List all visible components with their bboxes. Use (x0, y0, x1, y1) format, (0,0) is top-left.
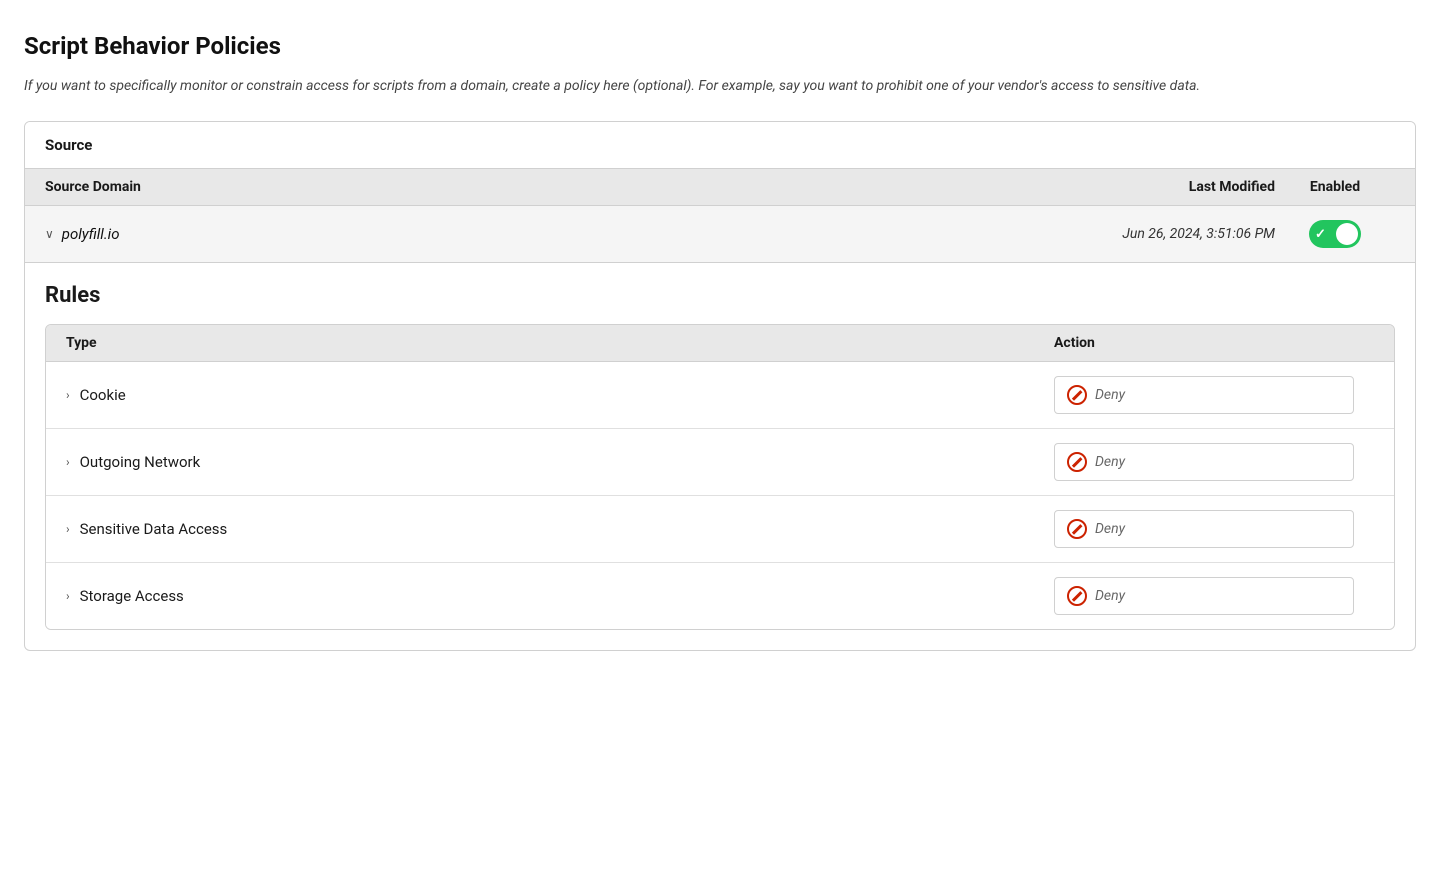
rule-row-storage-access: › Storage Access Deny (46, 563, 1394, 629)
last-modified-col-header: Last Modified (1015, 179, 1275, 195)
enabled-col-header: Enabled (1275, 179, 1395, 195)
rule-action-outgoing-network: Deny (1054, 443, 1374, 481)
enabled-cell: ✓ (1275, 220, 1395, 248)
expand-storage-access-icon[interactable]: › (66, 589, 70, 603)
rule-type-cookie: › Cookie (66, 386, 1054, 404)
cookie-action-dropdown[interactable]: Deny (1054, 376, 1354, 414)
rule-type-sensitive-data: › Sensitive Data Access (66, 520, 1054, 538)
page-description: If you want to specifically monitor or c… (24, 76, 1416, 97)
rule-action-cookie: Deny (1054, 376, 1374, 414)
outgoing-network-action-dropdown[interactable]: Deny (1054, 443, 1354, 481)
deny-icon-storage-access (1067, 586, 1087, 606)
deny-icon-outgoing-network (1067, 452, 1087, 472)
rule-type-storage-access: › Storage Access (66, 587, 1054, 605)
rules-section: Rules Type Action › Cookie Deny (25, 263, 1415, 630)
expand-row-chevron-icon[interactable]: ∨ (45, 227, 54, 241)
domain-value: polyfill.io (62, 225, 120, 243)
rule-row-sensitive-data: › Sensitive Data Access Deny (46, 496, 1394, 563)
rules-table-header: Type Action (46, 325, 1394, 362)
deny-icon-cookie (1067, 385, 1087, 405)
rule-type-label-storage-access: Storage Access (80, 587, 184, 605)
source-table-header: Source Domain Last Modified Enabled (25, 169, 1415, 206)
storage-access-action-dropdown[interactable]: Deny (1054, 577, 1354, 615)
expand-outgoing-network-icon[interactable]: › (66, 455, 70, 469)
toggle-track: ✓ (1309, 220, 1361, 248)
rule-type-label-sensitive-data: Sensitive Data Access (80, 520, 228, 538)
deny-icon-sensitive-data (1067, 519, 1087, 539)
cookie-action-label: Deny (1095, 387, 1125, 403)
source-table-row: ∨ polyfill.io Jun 26, 2024, 3:51:06 PM ✓ (25, 206, 1415, 263)
expand-cookie-icon[interactable]: › (66, 388, 70, 402)
rules-title: Rules (45, 283, 1395, 308)
source-domain-col-header: Source Domain (45, 179, 1015, 195)
rules-table: Type Action › Cookie Deny (45, 324, 1395, 630)
storage-access-action-label: Deny (1095, 588, 1125, 604)
type-col-header: Type (66, 335, 1054, 351)
enabled-toggle[interactable]: ✓ (1309, 220, 1361, 248)
sensitive-data-action-dropdown[interactable]: Deny (1054, 510, 1354, 548)
domain-cell: ∨ polyfill.io (45, 225, 1015, 243)
expand-sensitive-data-icon[interactable]: › (66, 522, 70, 536)
last-modified-value: Jun 26, 2024, 3:51:06 PM (1015, 226, 1275, 242)
rule-row-outgoing-network: › Outgoing Network Deny (46, 429, 1394, 496)
toggle-thumb (1336, 223, 1358, 245)
rule-type-outgoing-network: › Outgoing Network (66, 453, 1054, 471)
source-card-header: Source (25, 122, 1415, 169)
toggle-check-icon: ✓ (1315, 227, 1326, 242)
page-title: Script Behavior Policies (24, 32, 1416, 60)
rule-action-sensitive-data: Deny (1054, 510, 1374, 548)
sensitive-data-action-label: Deny (1095, 521, 1125, 537)
action-col-header: Action (1054, 335, 1374, 351)
rule-type-label-outgoing-network: Outgoing Network (80, 453, 201, 471)
rule-row-cookie: › Cookie Deny (46, 362, 1394, 429)
source-policies-card: Source Source Domain Last Modified Enabl… (24, 121, 1416, 651)
rule-action-storage-access: Deny (1054, 577, 1374, 615)
rule-type-label-cookie: Cookie (80, 386, 126, 404)
outgoing-network-action-label: Deny (1095, 454, 1125, 470)
